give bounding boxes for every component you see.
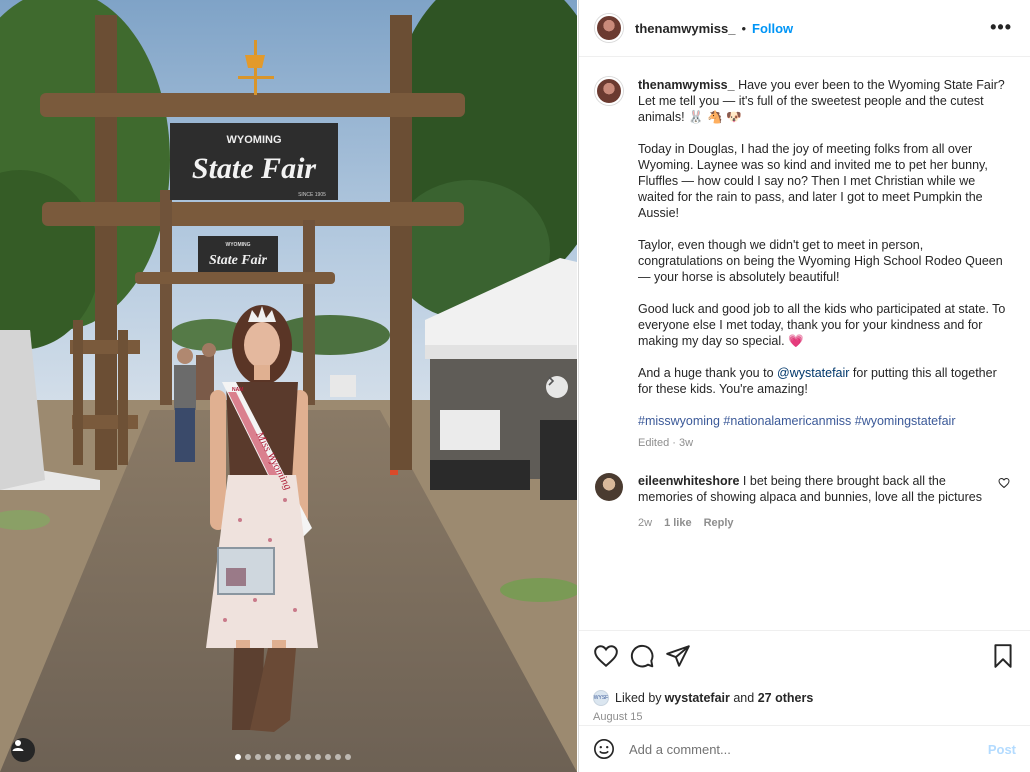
liked-by-and: and	[729, 691, 758, 705]
comments-area[interactable]: thenamwymiss_ Have you ever been to the …	[579, 57, 1030, 630]
liker-mini-avatar[interactable]: WYSF	[593, 690, 609, 706]
caption-p5-before: And a huge thank you to	[638, 366, 777, 380]
commenter-avatar[interactable]	[595, 473, 623, 501]
post-photo[interactable]: WYOMING State Fair SINCE 1905 WYOMING St…	[0, 0, 577, 772]
liked-by-others[interactable]: 27 others	[758, 691, 814, 705]
post-comment-button[interactable]: Post	[988, 742, 1016, 757]
caption-paragraph-4: Good luck and good job to all the kids w…	[638, 302, 1006, 348]
caption-avatar[interactable]	[595, 77, 623, 105]
carousel-dot	[335, 754, 341, 760]
carousel-dot	[245, 754, 251, 760]
sign-since-text: SINCE 1905	[298, 192, 326, 198]
share-send-icon[interactable]	[665, 643, 691, 669]
fair-entrance-photo: WYOMING State Fair SINCE 1905 WYOMING St…	[0, 0, 577, 772]
comment-likes[interactable]: 1 like	[664, 515, 692, 531]
carousel-dot	[295, 754, 301, 760]
sign2-top-text: WYOMING	[226, 242, 251, 248]
caption-paragraph-3: Taylor, even though we didn't get to mee…	[638, 238, 1003, 284]
comment-input[interactable]	[629, 741, 988, 757]
carousel-dot	[285, 754, 291, 760]
comment-meta: 2w 1 like Reply	[638, 515, 988, 531]
post-side-panel: thenamwymiss_ • Follow ••• thenamwymiss_…	[578, 0, 1030, 772]
liked-by-prefix: Liked by	[615, 691, 662, 705]
caption-meta: Edited · 3w	[638, 437, 694, 449]
add-comment-bar: Post	[579, 725, 1030, 772]
carousel-dot	[265, 754, 271, 760]
liked-by-user[interactable]: wystatefair	[665, 691, 730, 705]
author-username[interactable]: thenamwymiss_	[635, 21, 735, 36]
liked-by: WYSF Liked by wystatefair and 27 others	[593, 690, 1016, 706]
reply-button[interactable]: Reply	[704, 515, 734, 531]
carousel-dot	[325, 754, 331, 760]
sign-top-text: WYOMING	[227, 134, 282, 146]
user-tag-icon	[12, 740, 24, 751]
author-avatar[interactable]	[595, 14, 623, 42]
user-tag-button[interactable]	[11, 738, 35, 762]
post-header: thenamwymiss_ • Follow •••	[579, 0, 1030, 57]
next-photo-button[interactable]	[546, 376, 568, 398]
caption-username[interactable]: thenamwymiss_	[638, 78, 735, 92]
sign2-main-text: State Fair	[209, 253, 268, 268]
like-heart-icon[interactable]	[593, 643, 619, 669]
bookmark-save-icon[interactable]	[990, 643, 1016, 669]
emoji-smiley-icon[interactable]	[593, 738, 615, 760]
comment-body: eileenwhiteshore I bet being there broug…	[638, 473, 988, 531]
caption-paragraph-2: Today in Douglas, I had the joy of meeti…	[638, 142, 988, 220]
hashtags[interactable]: #misswyoming #nationalamericanmiss #wyom…	[638, 413, 1010, 429]
post-actions: WYSF Liked by wystatefair and 27 others …	[579, 630, 1030, 725]
separator-dot: •	[741, 20, 746, 36]
carousel-dot	[315, 754, 321, 760]
post-date[interactable]: August 15	[593, 711, 1016, 723]
caption: thenamwymiss_ Have you ever been to the …	[595, 77, 1014, 451]
sash-logo: NAM	[232, 387, 243, 393]
carousel-dot	[235, 754, 241, 760]
comment-bubble-icon[interactable]	[629, 643, 655, 669]
comment-age[interactable]: 2w	[638, 515, 652, 531]
carousel-dot	[305, 754, 311, 760]
comment-item: eileenwhiteshore I bet being there broug…	[595, 473, 1014, 531]
carousel-indicator	[235, 754, 351, 760]
commenter-username[interactable]: eileenwhiteshore	[638, 474, 739, 488]
carousel-dot	[275, 754, 281, 760]
sign-main-text: State Fair	[192, 152, 317, 185]
mention-link[interactable]: @wystatefair	[777, 366, 849, 380]
chevron-right-icon	[548, 376, 555, 386]
follow-button[interactable]: Follow	[752, 21, 793, 36]
carousel-dot	[255, 754, 261, 760]
caption-text: thenamwymiss_ Have you ever been to the …	[638, 77, 1010, 451]
carousel-dot	[345, 754, 351, 760]
comment-like-heart-icon[interactable]	[998, 477, 1010, 489]
more-options-icon[interactable]: •••	[990, 18, 1012, 36]
